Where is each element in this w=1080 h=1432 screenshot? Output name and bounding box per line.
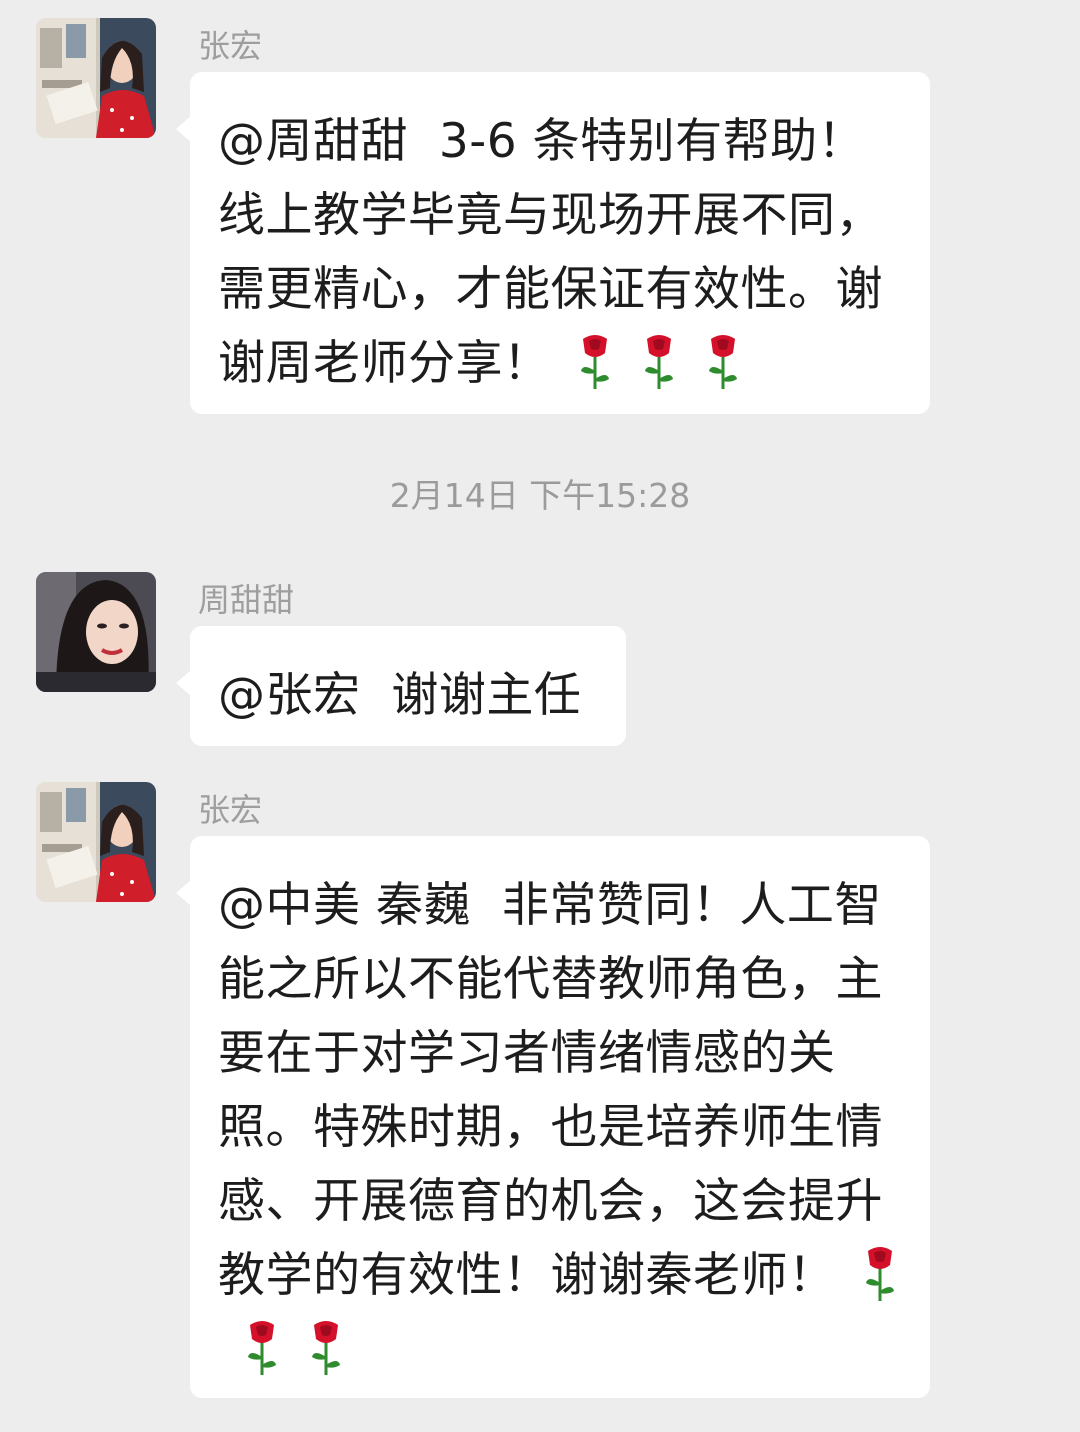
message-text-content: @张宏 谢谢主任: [218, 668, 582, 723]
avatar-zhanghong-icon: [36, 782, 156, 902]
sender-avatar[interactable]: [36, 572, 156, 692]
sender-name: 张宏: [198, 27, 263, 65]
message-text: @周甜甜 3-6 条特别有帮助！线上教学毕竟与现场开展不同，需更精心，才能保证有…: [218, 105, 902, 401]
sender-name: 周甜甜: [198, 581, 295, 619]
rose-emoji-icon: [703, 333, 743, 391]
message-text-content: @中美 秦巍 非常赞同！人工智能之所以不能代替教师角色，主要在于对学习者情绪情感…: [218, 878, 883, 1303]
message-text: @张宏 谢谢主任: [218, 659, 598, 733]
message-text-content: @周甜甜 3-6 条特别有帮助！线上教学毕竟与现场开展不同，需更精心，才能保证有…: [218, 114, 883, 391]
rose-emoji-icon: [860, 1245, 900, 1303]
sender-avatar[interactable]: [36, 782, 156, 902]
avatar-zhanghong-icon: [36, 18, 156, 138]
rose-emoji-icon: [306, 1319, 346, 1377]
message-text: @中美 秦巍 非常赞同！人工智能之所以不能代替教师角色，主要在于对学习者情绪情感…: [218, 869, 902, 1387]
sender-avatar[interactable]: [36, 18, 156, 138]
chat-area: 张宏 @周甜甜 3-6 条特别有帮助！线上教学毕竟与现场开展不同，需更精心，才能…: [0, 0, 1080, 1432]
rose-emoji-icon: [639, 333, 679, 391]
message-bubble[interactable]: @周甜甜 3-6 条特别有帮助！线上教学毕竟与现场开展不同，需更精心，才能保证有…: [176, 72, 930, 414]
sender-name: 张宏: [198, 791, 263, 829]
rose-emoji-icon: [575, 333, 615, 391]
avatar-zhoutiantian-icon: [36, 572, 156, 692]
rose-emoji-icon: [242, 1319, 282, 1377]
message-bubble[interactable]: @张宏 谢谢主任: [176, 626, 626, 746]
message-bubble[interactable]: @中美 秦巍 非常赞同！人工智能之所以不能代替教师角色，主要在于对学习者情绪情感…: [176, 836, 930, 1398]
chat-timestamp: 2月14日 下午15:28: [389, 476, 691, 515]
